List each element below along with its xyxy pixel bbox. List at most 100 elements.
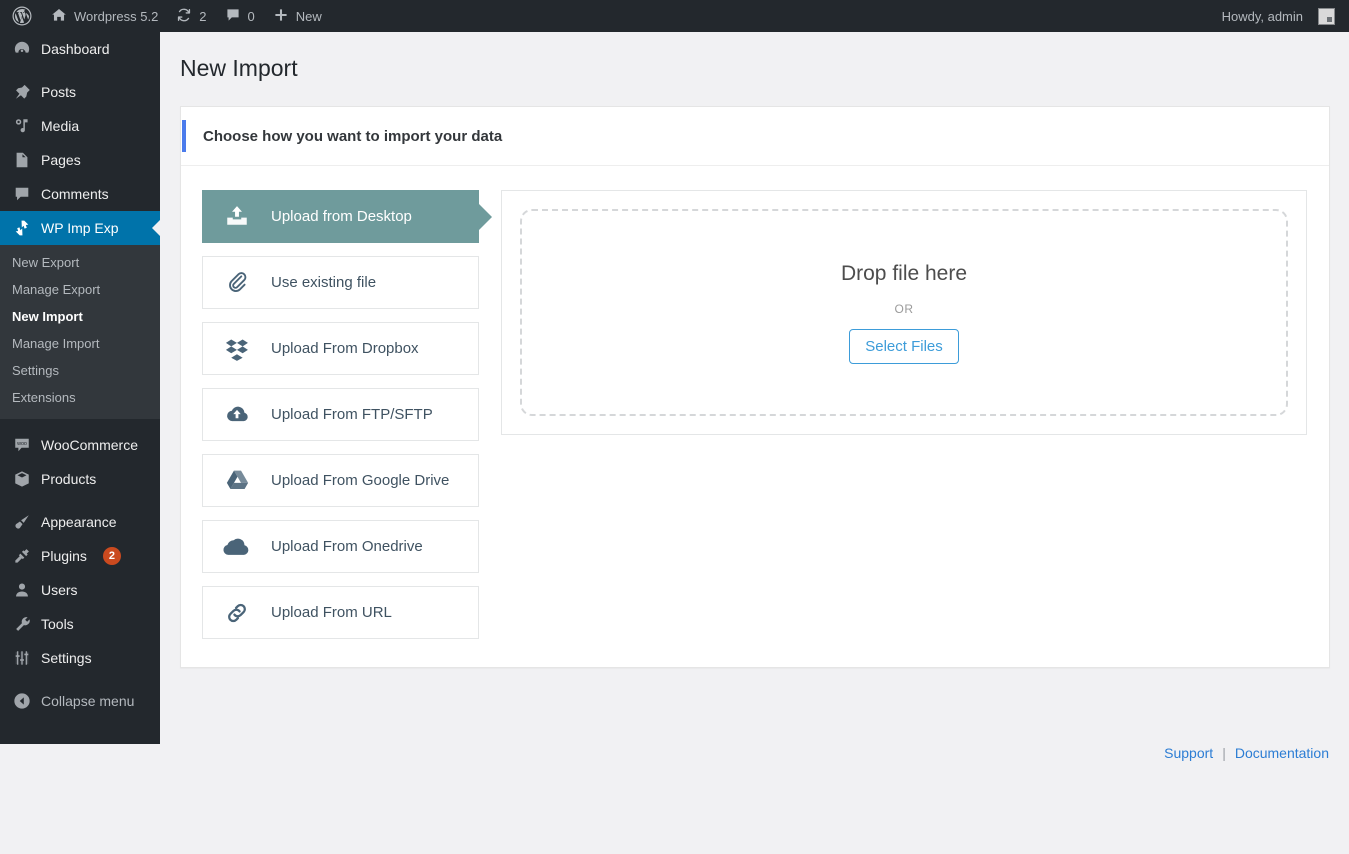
sidebar-item-label: Dashboard [41, 42, 110, 56]
method-upload-from-desktop[interactable]: Upload from Desktop [202, 190, 479, 243]
plug-icon [12, 546, 32, 566]
sidebar-item-dashboard[interactable]: Dashboard [0, 32, 160, 66]
home-icon [51, 7, 67, 26]
method-label: Upload From FTP/SFTP [271, 407, 433, 422]
panel-header-title: Choose how you want to import your data [186, 128, 502, 145]
sidebar-item-label: Appearance [41, 515, 117, 529]
pages-icon [12, 150, 32, 170]
plus-icon [273, 7, 289, 26]
sidebar-divider [0, 419, 160, 428]
panel-body: Upload from Desktop Use existing file [181, 166, 1329, 652]
sidebar-item-label: Pages [41, 153, 81, 167]
sidebar-item-woocommerce[interactable]: woo WooCommerce [0, 428, 160, 462]
submenu-item-extensions[interactable]: Extensions [0, 384, 160, 411]
submenu-item-manage-export[interactable]: Manage Export [0, 276, 160, 303]
link-chain-icon [203, 600, 271, 626]
account-menu[interactable]: Howdy, admin [1213, 0, 1349, 32]
sidebar-divider [0, 66, 160, 75]
site-name-label: Wordpress 5.2 [74, 9, 158, 24]
method-label: Upload From URL [271, 605, 392, 620]
updates-count: 2 [199, 9, 206, 24]
sidebar-item-collapse-menu[interactable]: Collapse menu [0, 684, 160, 718]
paintbrush-icon [12, 512, 32, 532]
dropzone-title: Drop file here [841, 262, 967, 286]
sidebar-item-media[interactable]: Media [0, 109, 160, 143]
import-method-list: Upload from Desktop Use existing file [202, 190, 479, 652]
footer-links: Support|Documentation [1164, 745, 1329, 761]
new-content-menu[interactable]: New [264, 0, 331, 32]
sliders-icon [12, 648, 32, 668]
method-upload-from-dropbox[interactable]: Upload From Dropbox [202, 322, 479, 375]
avatar [1318, 8, 1335, 25]
method-label: Upload From Google Drive [271, 473, 449, 488]
documentation-link[interactable]: Documentation [1235, 745, 1329, 761]
sidebar-divider [0, 675, 160, 684]
submenu-item-new-import[interactable]: New Import [0, 303, 160, 330]
updates-menu[interactable]: 2 [167, 0, 215, 32]
method-upload-from-url[interactable]: Upload From URL [202, 586, 479, 639]
import-export-arrows-icon [12, 218, 32, 238]
sidebar-divider [0, 496, 160, 505]
sidebar-item-settings[interactable]: Settings [0, 641, 160, 675]
wrench-icon [12, 614, 32, 634]
sidebar-item-label: Comments [41, 187, 109, 201]
user-icon [12, 580, 32, 600]
page-title: New Import [160, 32, 1349, 96]
method-label: Use existing file [271, 275, 376, 290]
plugins-update-badge: 2 [103, 547, 121, 565]
sidebar-item-label: Plugins [41, 549, 87, 563]
method-label: Upload from Desktop [271, 209, 412, 224]
sidebar-item-products[interactable]: Products [0, 462, 160, 496]
updates-icon [176, 7, 192, 26]
sidebar-item-label: WP Imp Exp [41, 221, 119, 235]
google-drive-icon [203, 468, 271, 493]
sidebar-item-plugins[interactable]: Plugins 2 [0, 539, 160, 573]
media-icon [12, 116, 32, 136]
sidebar-item-users[interactable]: Users [0, 573, 160, 607]
sidebar-item-label: Collapse menu [41, 694, 134, 708]
method-label: Upload From Onedrive [271, 539, 423, 554]
sidebar-item-wp-imp-exp[interactable]: WP Imp Exp [0, 211, 160, 245]
support-link[interactable]: Support [1164, 745, 1213, 761]
wordpress-logo-button[interactable] [0, 0, 42, 32]
sidebar-item-label: Users [41, 583, 78, 597]
comment-bubble-icon [225, 7, 241, 26]
footer-separator: | [1213, 745, 1235, 761]
upload-tray-icon [203, 204, 271, 230]
method-upload-from-ftp-sftp[interactable]: Upload From FTP/SFTP [202, 388, 479, 441]
wordpress-logo-icon [12, 6, 32, 26]
sidebar-item-posts[interactable]: Posts [0, 75, 160, 109]
site-name-menu[interactable]: Wordpress 5.2 [42, 0, 167, 32]
method-upload-from-google-drive[interactable]: Upload From Google Drive [202, 454, 479, 507]
new-content-label: New [296, 9, 322, 24]
sidebar-item-label: Products [41, 472, 96, 486]
method-label: Upload From Dropbox [271, 341, 419, 356]
method-use-existing-file[interactable]: Use existing file [202, 256, 479, 309]
admin-bar: Wordpress 5.2 2 0 New Howdy, admin [0, 0, 1349, 32]
dashboard-icon [12, 39, 32, 59]
dropzone-or-label: OR [895, 302, 914, 316]
woocommerce-icon: woo [12, 435, 32, 455]
sidebar-item-pages[interactable]: Pages [0, 143, 160, 177]
panel-header: Choose how you want to import your data [181, 107, 1329, 166]
collapse-arrow-icon [12, 691, 32, 711]
submenu-item-new-export[interactable]: New Export [0, 249, 160, 276]
comments-count: 0 [248, 9, 255, 24]
submenu-item-manage-import[interactable]: Manage Import [0, 330, 160, 357]
sidebar-item-appearance[interactable]: Appearance [0, 505, 160, 539]
paperclip-icon [203, 270, 271, 296]
svg-text:woo: woo [16, 441, 27, 447]
method-upload-from-onedrive[interactable]: Upload From Onedrive [202, 520, 479, 573]
submenu-item-settings[interactable]: Settings [0, 357, 160, 384]
comments-menu[interactable]: 0 [216, 0, 264, 32]
dropbox-icon [203, 336, 271, 362]
sidebar-item-tools[interactable]: Tools [0, 607, 160, 641]
cloud-upload-icon [203, 401, 271, 429]
file-dropzone[interactable]: Drop file here OR Select Files [520, 209, 1288, 416]
account-label: Howdy, admin [1222, 9, 1303, 24]
sidebar-item-comments[interactable]: Comments [0, 177, 160, 211]
select-files-button[interactable]: Select Files [849, 329, 959, 364]
sidebar-submenu-wp-imp-exp: New Export Manage Export New Import Mana… [0, 245, 160, 419]
comment-bubble-icon [12, 184, 32, 204]
import-panel: Choose how you want to import your data … [180, 106, 1330, 668]
